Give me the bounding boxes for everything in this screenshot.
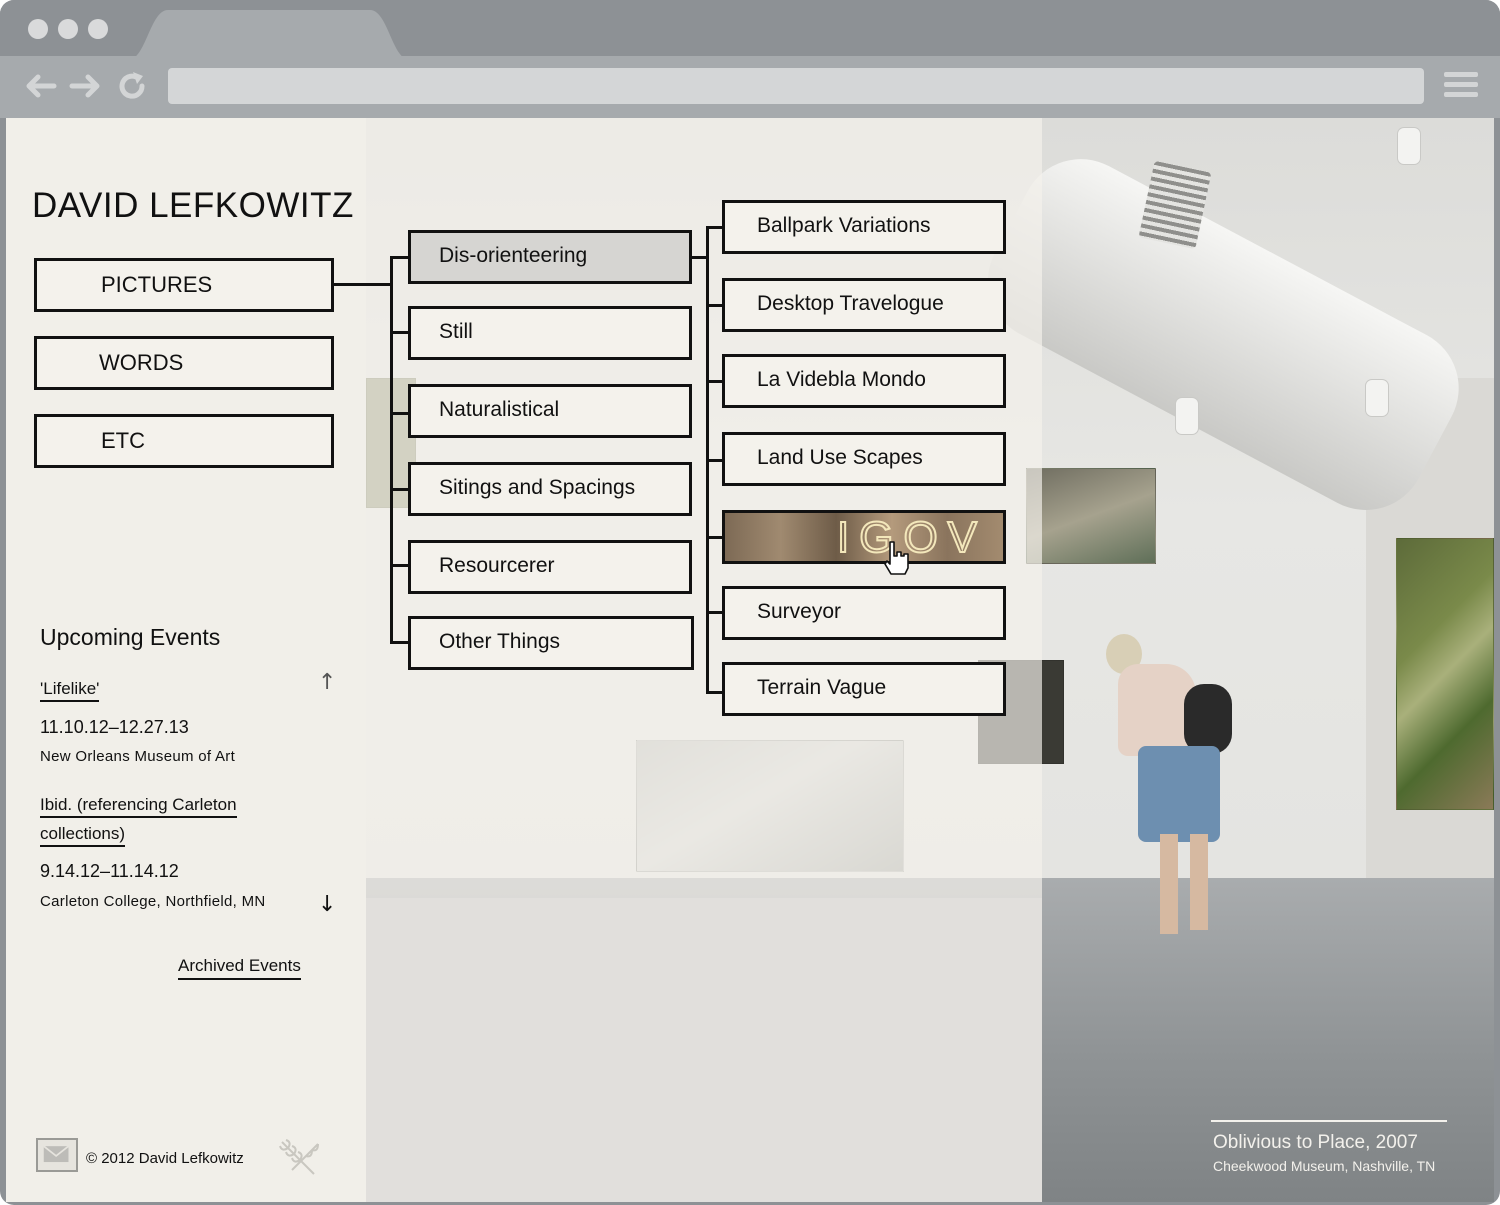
- submenu-dis-orienteering[interactable]: Dis-orienteering: [408, 230, 692, 284]
- submenu-other-things[interactable]: Other Things: [408, 616, 694, 670]
- project-la-videbla-mondo[interactable]: La Videbla Mondo: [722, 354, 1006, 408]
- project-desktop-travelogue[interactable]: Desktop Travelogue: [722, 278, 1006, 332]
- hand-cursor-icon: [884, 541, 909, 575]
- up-arrow-icon[interactable]: ↑: [318, 672, 336, 694]
- browser-tab-bar: [0, 0, 1500, 60]
- visitor-figure: [1098, 634, 1248, 944]
- project-ballpark-variations[interactable]: Ballpark Variations: [722, 200, 1006, 254]
- mail-icon[interactable]: [36, 1138, 78, 1172]
- event-venue: Carleton College, Northfield, MN: [40, 893, 266, 910]
- nav-words-button[interactable]: WORDS: [34, 336, 334, 390]
- tree-connector: [706, 304, 722, 307]
- hamburger-menu-icon[interactable]: [1444, 72, 1478, 100]
- photo-caption-title: Oblivious to Place, 2007: [1213, 1132, 1418, 1153]
- tree-connector: [692, 256, 706, 259]
- archived-events-link[interactable]: Archived Events: [178, 954, 301, 980]
- browser-window: Oblivious to Place, 2007 Cheekwood Museu…: [0, 0, 1500, 1205]
- wheat-icon: [279, 1139, 319, 1175]
- browser-tab[interactable]: [128, 10, 410, 60]
- nav-etc-button[interactable]: ETC: [34, 414, 334, 468]
- window-close-dot[interactable]: [28, 19, 48, 39]
- tree-connector: [706, 226, 722, 229]
- site-title[interactable]: DAVID LEFKOWITZ: [32, 186, 354, 226]
- tree-connector: [390, 641, 408, 644]
- event-title-link-continued[interactable]: collections): [40, 823, 126, 847]
- submenu-sitings-and-spacings[interactable]: Sitings and Spacings: [408, 462, 692, 516]
- event-title-link[interactable]: Ibid. (referencing Carleton: [40, 794, 237, 818]
- tree-connector: [334, 283, 390, 286]
- reload-icon[interactable]: [116, 70, 148, 102]
- tree-connector: [706, 611, 722, 614]
- tree-connector: [390, 564, 408, 567]
- thumbnail-artwork-lettering: IGOV: [836, 513, 988, 562]
- project-terrain-vague[interactable]: Terrain Vague: [722, 662, 1006, 716]
- tree-connector: [706, 459, 722, 462]
- nav-pictures-button[interactable]: PICTURES: [34, 258, 334, 312]
- address-bar[interactable]: [168, 68, 1424, 104]
- project-surveyor[interactable]: Surveyor: [722, 586, 1006, 640]
- submenu-still[interactable]: Still: [408, 306, 692, 360]
- window-minimize-dot[interactable]: [58, 19, 78, 39]
- project-land-use-scapes[interactable]: Land Use Scapes: [722, 432, 1006, 486]
- page-viewport: Oblivious to Place, 2007 Cheekwood Museu…: [6, 118, 1494, 1202]
- event-title-link[interactable]: 'Lifelike': [40, 678, 100, 702]
- window-zoom-dot[interactable]: [88, 19, 108, 39]
- tree-connector: [706, 380, 722, 383]
- tree-connector: [706, 536, 722, 539]
- submenu-resourcerer[interactable]: Resourcerer: [408, 540, 692, 594]
- copyright-text: © 2012 David Lefkowitz: [86, 1150, 244, 1167]
- event-dates: 9.14.12–11.14.12: [40, 861, 179, 881]
- left-panel: DAVID LEFKOWITZ PICTURES WORDS ETC Upcom…: [6, 118, 366, 1202]
- down-arrow-icon[interactable]: ↓: [318, 894, 336, 916]
- tree-connector: [390, 331, 408, 334]
- back-arrow-icon[interactable]: [24, 72, 58, 100]
- photo-caption-location: Cheekwood Museum, Nashville, TN: [1213, 1158, 1436, 1174]
- event-dates: 11.10.12–12.27.13: [40, 717, 189, 737]
- tree-connector: [390, 256, 408, 259]
- caption-rule: [1211, 1120, 1447, 1122]
- project-thumbnail-hovered[interactable]: IGOV: [722, 510, 1006, 564]
- tree-connector: [390, 256, 393, 644]
- tree-connector: [706, 691, 722, 694]
- tree-connector: [390, 412, 408, 415]
- tree-connector: [390, 488, 408, 491]
- submenu-naturalistical[interactable]: Naturalistical: [408, 384, 692, 438]
- event-venue: New Orleans Museum of Art: [40, 748, 236, 765]
- events-heading: Upcoming Events: [40, 624, 221, 650]
- forward-arrow-icon[interactable]: [68, 72, 102, 100]
